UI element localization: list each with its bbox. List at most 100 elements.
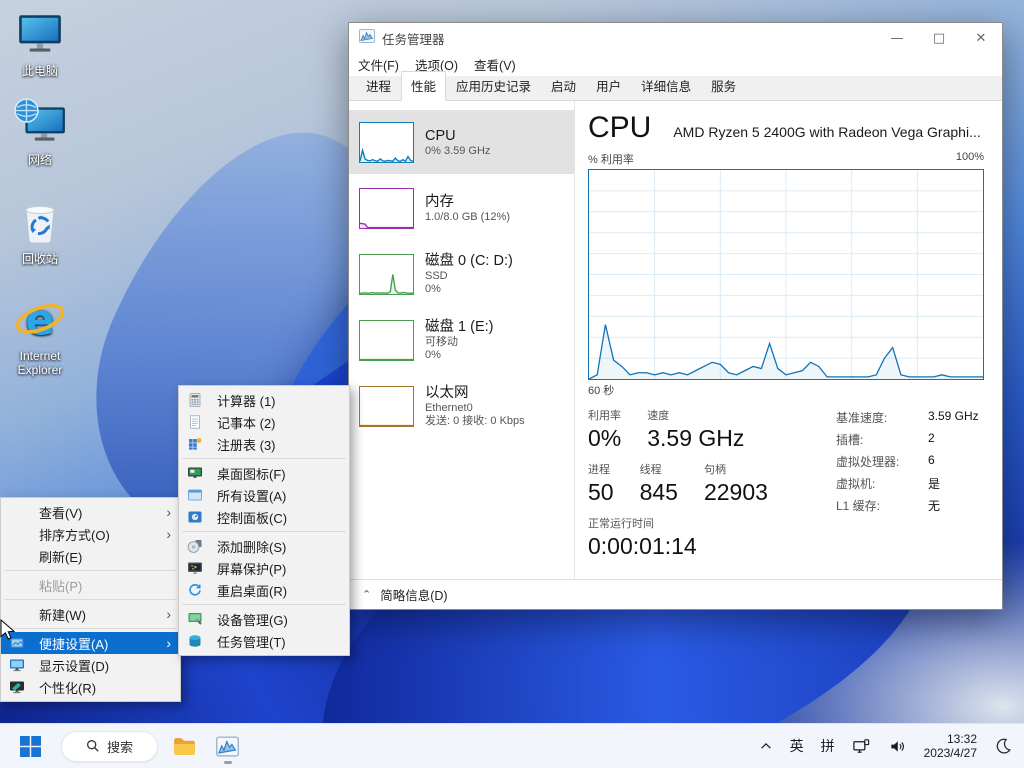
calculator-icon [187,392,207,408]
context-menu-item-9[interactable]: 显示设置(D) [1,654,180,676]
screensaver-icon [187,560,207,576]
graph-y-max-label: 100% [956,151,984,167]
maximize-button[interactable]: □ [918,23,960,53]
sidebar-item-ethernet[interactable]: 以太网Ethernet0发送: 0 接收: 0 Kbps [349,374,574,438]
sidebar-item-cpu[interactable]: CPU0% 3.59 GHz [349,110,574,174]
tray-overflow-chevron-icon[interactable] [759,739,773,753]
search-icon [86,739,100,753]
stat-进程: 进程50 [588,461,614,506]
sidebar-item-memory[interactable]: 内存1.0/8.0 GB (12%) [349,176,574,240]
quick-menu-item-13[interactable]: 任务管理(T) [179,630,349,652]
all-settings-icon [187,487,207,503]
stat-label: 线程 [640,461,678,477]
search-label: 搜索 [107,737,133,756]
quick-menu-item-10[interactable]: 重启桌面(R) [179,579,349,601]
stat-row: 进程50线程845句柄22903 [588,461,794,506]
tab-进程[interactable]: 进程 [356,71,401,101]
sidebar-item-text: 内存1.0/8.0 GB (12%) [425,193,510,224]
sidebar-item-detail: SSD [425,270,513,283]
quick-menu-item-4[interactable]: 桌面图标(F) [179,462,349,484]
desktop-icon-recycle-bin[interactable]: 回收站 [1,198,79,267]
mouse-cursor [0,619,15,645]
window-title: 任务管理器 [382,29,445,48]
info-value: 3.59 GHz [928,409,979,426]
quick-menu-item-9[interactable]: 屏幕保护(P) [179,557,349,579]
info-label: 插槽: [836,431,928,448]
stat-row: 正常运行时间0:00:01:14 [588,515,794,560]
quick-menu-item-2[interactable]: 注册表 (3) [179,433,349,455]
menu-item-label: 任务管理(T) [217,632,286,651]
desktop-icon-network[interactable]: 网络 [1,97,79,168]
context-menu-item-1[interactable]: 排序方式(O)› [1,523,180,545]
menu-item-label: 便捷设置(A) [39,634,108,653]
running-app-indicator [224,761,232,764]
device-manager-icon [187,611,207,627]
menu-item-label: 个性化(R) [39,678,96,697]
close-button[interactable]: ✕ [960,23,1002,53]
sidebar-item-title: 磁盘 1 (E:) [425,318,493,336]
menu-item-label: 排序方式(O) [39,525,110,544]
ime-language-indicator[interactable]: 英 [790,736,804,756]
sidebar-item-title: CPU [425,127,490,145]
stat-label: 速度 [647,407,744,423]
task-manager-taskbar-button[interactable] [209,728,246,765]
quick-menu-item-12[interactable]: 设备管理(G) [179,608,349,630]
ime-mode-indicator[interactable]: 拼 [821,736,835,756]
tab-bar: 进程性能应用历史记录启动用户详细信息服务 [349,76,1002,101]
task-manager-icon [216,735,239,758]
context-menu-item-10[interactable]: 个性化(R) [1,676,180,698]
cpu-heading: CPU [588,111,651,145]
context-menu-item-6[interactable]: 新建(W)› [1,603,180,625]
stat-label: 句柄 [704,461,768,477]
cpu-info: 基准速度:3.59 GHz插槽:2虚拟处理器:6虚拟机:是L1 缓存:无 [836,407,979,569]
cpu-usage-graph[interactable] [588,169,984,380]
context-menu-item-2[interactable]: 刷新(E) [1,545,180,567]
menu-item-label: 设备管理(G) [217,610,288,629]
search-box[interactable]: 搜索 [61,731,158,762]
context-menu-item-0[interactable]: 查看(V)› [1,501,180,523]
tab-启动[interactable]: 启动 [541,71,586,101]
desktop-icon-this-pc[interactable]: 此电脑 [1,10,79,79]
summary-view-toggle[interactable]: 简略信息(D) [380,585,447,604]
title-bar[interactable]: 任务管理器 — □ ✕ [349,23,1002,53]
performance-sidebar: CPU0% 3.59 GHz 内存1.0/8.0 GB (12%) 磁盘 0 (… [349,101,575,579]
file-explorer-button[interactable] [166,728,203,765]
menu-icon-slot [9,504,29,520]
mini-graph-icon [359,320,414,361]
stat-value: 22903 [704,479,768,506]
quick-menu-item-6[interactable]: 控制面板(C) [179,506,349,528]
menu-item-label: 查看(V) [39,503,82,522]
tab-用户[interactable]: 用户 [586,71,631,101]
start-button[interactable] [12,728,49,765]
info-value: 2 [928,431,935,448]
quick-settings-submenu: 计算器 (1)记事本 (2)注册表 (3) 桌面图标(F) 所有设置(A) 控制面板(… [178,385,350,656]
context-menu-item-4[interactable]: 粘贴(P) [1,574,180,596]
minimize-button[interactable]: — [876,23,918,53]
quick-menu-item-8[interactable]: 添加删除(S) [179,535,349,557]
quick-menu-item-1[interactable]: 记事本 (2) [179,411,349,433]
tab-服务[interactable]: 服务 [701,71,746,101]
menu-item-label: 屏幕保护(P) [217,559,286,578]
collapse-chevron-icon[interactable]: ⌃ [362,588,371,601]
menu-item-label: 所有设置(A) [217,486,286,505]
stat-row: 利用率0%速度3.59 GHz [588,407,794,452]
info-label: 虚拟处理器: [836,453,928,470]
sidebar-item-detail: 0% 3.59 GHz [425,145,490,158]
clock[interactable]: 13:32 2023/4/27 [924,732,977,760]
sidebar-item-disk0[interactable]: 磁盘 0 (C: D:)SSD0% [349,242,574,306]
quick-menu-item-0[interactable]: 计算器 (1) [179,389,349,411]
sidebar-item-disk1[interactable]: 磁盘 1 (E:)可移动0% [349,308,574,372]
menu-item-label: 重启桌面(R) [217,581,287,600]
tab-性能[interactable]: 性能 [401,71,446,101]
speaker-icon[interactable] [888,737,907,756]
tab-详细信息[interactable]: 详细信息 [631,71,701,101]
context-menu-item-8[interactable]: 便捷设置(A)› [1,632,180,654]
do-not-disturb-moon-icon[interactable] [994,737,1012,755]
tab-应用历史记录[interactable]: 应用历史记录 [446,71,541,101]
sidebar-item-title: 以太网 [425,384,525,402]
quick-menu-item-5[interactable]: 所有设置(A) [179,484,349,506]
network-icon[interactable] [852,737,871,756]
menu-item-label: 控制面板(C) [217,508,287,527]
menu-icon-slot [9,548,29,564]
desktop-icon-internet-explorer[interactable]: eInternet Explorer [1,293,79,377]
